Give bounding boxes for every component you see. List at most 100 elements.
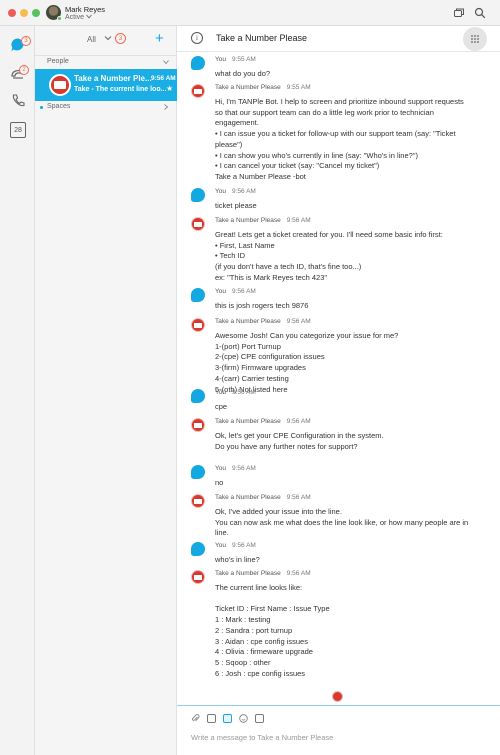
message-meta: You 9:56 AM [215,288,256,295]
message-line: this is josh rogers tech 9876 [215,301,309,310]
message-sender: You [215,542,226,549]
phone-icon[interactable] [10,93,26,109]
message-line: Ok, I've added your issue into the line. [215,507,342,516]
message-line: 3 : Aidan : cpe config issues [215,636,308,646]
user-avatar[interactable] [191,389,205,403]
message-meta: Take a Number Please 9:56 AM [215,318,311,325]
message-body: this is josh rogers tech 9876 [215,301,485,312]
message-time: 9:56 AM [231,389,256,396]
conversation-pane: i Take a Number Please You 9:55 AM what do… [177,26,500,755]
status-label: Active [65,14,85,21]
apps-grid-button[interactable] [463,27,487,51]
format-icon[interactable] [223,714,232,723]
message-body: Great! Lets get a ticket created for you… [215,230,485,284]
message-line: so that our support team can do a little… [215,107,434,117]
spaces-label: Spaces [47,103,71,110]
message-input[interactable]: Write a message to Take a Number Please [191,733,481,742]
people-section-header[interactable]: People [35,55,177,68]
message-line: 4 : Olivia : firmeware upgrade [215,647,313,657]
message-time: 9:55 AM [231,56,256,63]
message-time: 9:56 AM [286,418,311,425]
message-time: 9:56 AM [231,188,256,195]
bot-avatar[interactable] [191,418,205,432]
screenshot-icon[interactable] [207,714,216,723]
message-line: 1-(port) Port Turnup [215,341,281,351]
bot-avatar[interactable] [191,494,205,508]
new-conversation-button[interactable]: + [155,30,164,47]
message-line: no [215,478,224,487]
conversation-item-take-a-number[interactable]: Take a Number Ple... 9:56 AM Take - The … [35,69,177,101]
message-meta: Take a Number Please 9:56 AM [215,494,311,501]
message-time: 9:56 AM [286,570,311,577]
message-line: 1 : Mark : testing [215,615,271,625]
message-line: engagement. [215,118,259,128]
message-sender: Take a Number Please [215,418,281,425]
user-avatar[interactable] [191,288,205,302]
message-sender: You [215,389,226,396]
user-avatar[interactable] [191,56,205,70]
message-time: 9:56 AM [231,288,256,295]
message-line: Great! Lets get a ticket created for you… [215,230,443,239]
message-sender: Take a Number Please [215,318,281,325]
message-line: who's in line? [215,555,260,564]
chevron-down-icon[interactable] [104,34,112,42]
message-body: Ok, I've added your issue into the line.… [215,507,485,539]
user-name: Mark Reyes [65,5,106,14]
bot-avatar[interactable] [191,570,205,584]
user-avatar[interactable] [191,188,205,202]
message-line: (if you don't have a tech ID, that's fin… [215,262,362,272]
emoji-icon[interactable] [239,714,248,723]
message-line: Ok, let's get your CPE Configuration in … [215,431,384,440]
message-line: 2 : Sandra : port turnup [215,625,293,635]
message-line: • Tech ID [215,251,245,261]
message-line: 6 : Josh : cpe config issues [215,668,306,678]
calendar-icon[interactable]: 28 [10,122,26,138]
composer-divider [177,705,500,706]
bot-read-receipt-avatar [332,691,343,702]
star-icon[interactable]: ★ [166,84,173,93]
message-sender: Take a Number Please [215,570,281,577]
message-line: Take a Number Please -bot [215,171,306,181]
title-bar: Mark Reyes Active [0,0,500,26]
grid-icon [471,35,479,43]
message-line: • I can cancel your ticket (say: "Cancel… [215,161,380,171]
user-avatar[interactable] [191,542,205,556]
message-time: 9:56 AM [286,494,311,501]
message-meta: Take a Number Please 9:56 AM [215,418,311,425]
message-body: who's in line? [215,555,485,566]
message-line: what do you do? [215,69,271,78]
message-body: Hi, I'm TANPle Bot. I help to screen and… [215,97,485,183]
message-line: The current line looks like: [215,583,303,592]
message-meta: You 9:56 AM [215,188,256,195]
message-meta: Take a Number Please 9:56 AM [215,570,311,577]
user-avatar[interactable] [191,465,205,479]
message-line: 2-(cpe) CPE configuration issues [215,352,325,362]
message-line: • I can issue you a ticket for follow-up… [215,129,456,139]
message-meta: You 9:56 AM [215,542,256,549]
minimize-window-button[interactable] [20,9,28,17]
info-icon[interactable]: i [191,32,203,44]
chevron-down-icon [163,60,169,65]
mention-icon[interactable] [255,714,264,723]
message-meta: Take a Number Please 9:56 AM [215,217,311,224]
bot-avatar[interactable] [191,318,205,332]
attach-icon[interactable] [191,714,200,723]
search-icon[interactable] [474,7,486,19]
close-window-button[interactable] [8,9,16,17]
chat-unread-badge: 3 [21,36,31,46]
bot-avatar[interactable] [191,84,205,98]
conversation-name: Take a Number Ple... [74,74,152,83]
people-label: People [47,58,69,65]
zoom-window-button[interactable] [32,9,40,17]
new-window-icon[interactable] [453,7,465,19]
message-line: ex: "This is Mark Reyes tech 423" [215,272,328,282]
bot-avatar[interactable] [191,217,205,231]
message-sender: Take a Number Please [215,84,281,91]
spaces-section-header[interactable]: Spaces [35,101,177,114]
message-body: Ok, let's get your CPE Configuration in … [215,431,485,452]
message-line: • I can show you who's currently in line… [215,150,418,160]
message-body: cpe [215,402,485,413]
message-time: 9:55 AM [286,84,311,91]
status-dropdown[interactable]: Active [65,14,92,21]
filter-dropdown[interactable]: All [87,35,96,44]
